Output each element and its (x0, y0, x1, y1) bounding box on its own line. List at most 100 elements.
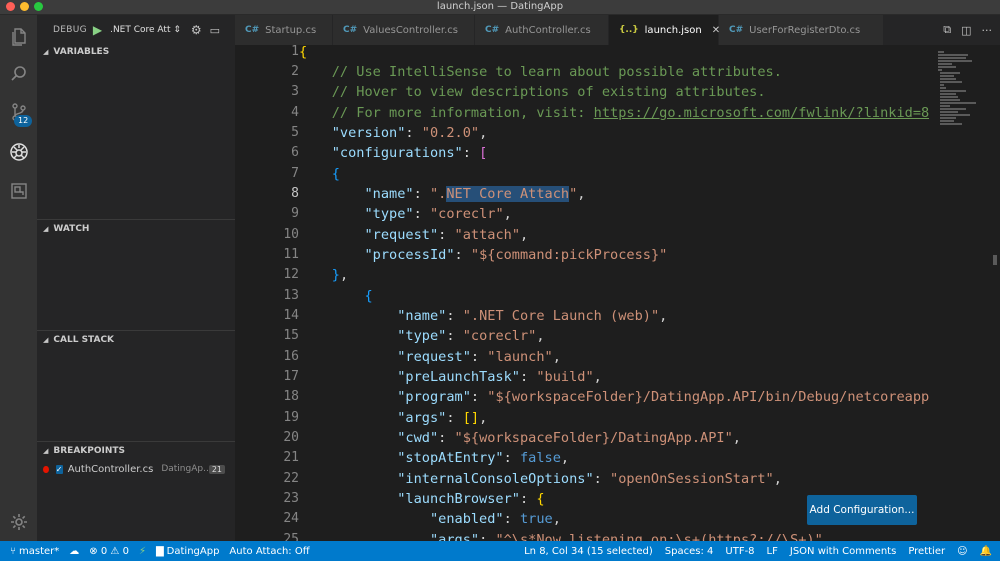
minimap-line (940, 87, 946, 89)
minimap-line (940, 81, 962, 83)
code-line: "name": ".NET Core Launch (web)", (397, 308, 668, 324)
minimap-line (938, 66, 956, 68)
eol-setting[interactable]: LF (767, 546, 778, 557)
line-number: 20 (283, 430, 299, 445)
flame-icon[interactable]: ⚡ (139, 546, 146, 557)
code-line: "internalConsoleOptions": "openOnSession… (397, 471, 782, 487)
code-line: "version": "0.2.0", (331, 125, 488, 141)
watch-header[interactable]: ◢ WATCH (37, 220, 235, 238)
cursor-position[interactable]: Ln 8, Col 34 (15 selected) (524, 546, 653, 557)
line-number: 19 (283, 410, 299, 425)
explorer-icon[interactable] (0, 17, 37, 55)
tab-launch-json[interactable]: {..} launch.json ✕ (609, 15, 720, 45)
minimap-line (938, 69, 942, 71)
breakpoints-section: ◢ BREAKPOINTS ✓ AuthController.cs Dating… (37, 441, 235, 478)
source-control-icon[interactable]: 12 (0, 93, 37, 131)
debug-console-icon[interactable]: ▭ (210, 24, 220, 37)
collapse-caret-icon: ◢ (43, 336, 49, 344)
settings-gear-icon[interactable] (0, 503, 37, 541)
minimap[interactable] (930, 45, 986, 541)
minimap-line (940, 111, 958, 113)
line-number: 7 (291, 166, 299, 181)
minimap-line (938, 63, 952, 65)
debug-toolbar: DEBUG ▶ .NET Core Att ⇕ ⚙ ▭ (37, 15, 235, 45)
minimap-line (940, 102, 976, 104)
debug-config-select[interactable]: .NET Core Att ⇕ (110, 25, 181, 35)
tab-auth-controller[interactable]: C# AuthController.cs (475, 15, 609, 45)
minimap-line (940, 72, 960, 74)
debug-sidebar: DEBUG ▶ .NET Core Att ⇕ ⚙ ▭ ◢ VARIABLES … (37, 15, 235, 541)
editor-actions: ⧉ ◫ ··· (943, 15, 1000, 45)
breakpoint-checkbox[interactable]: ✓ (55, 464, 63, 474)
line-number: 24 (283, 511, 299, 526)
minimap-line (938, 57, 966, 59)
scm-badge: 12 (14, 115, 33, 127)
code-line: { (299, 45, 308, 60)
line-number: 12 (283, 267, 299, 282)
line-number: 21 (283, 450, 299, 465)
more-actions-icon[interactable]: ··· (982, 24, 993, 37)
feedback-icon[interactable]: ☺ (957, 546, 967, 557)
csharp-file-icon: C# (343, 25, 358, 35)
code-line: "request": "attach", (364, 227, 529, 243)
line-number: 18 (283, 389, 299, 404)
branch-indicator[interactable]: ⑂ master* (10, 546, 59, 557)
tab-user-for-register-dto[interactable]: C# UserForRegisterDto.cs (719, 15, 884, 45)
activity-bar: 12 (0, 15, 37, 541)
open-changes-icon[interactable]: ⧉ (943, 23, 951, 37)
code-line: "request": "launch", (397, 349, 561, 365)
line-number: 11 (283, 247, 299, 262)
line-number: 3 (291, 84, 299, 99)
minimap-line (938, 60, 972, 62)
problems-indicator[interactable]: ⊗ 0 ⚠ 0 (89, 546, 129, 557)
debug-icon[interactable] (0, 133, 37, 171)
extensions-icon[interactable] (0, 172, 37, 210)
callstack-section: ◢ CALL STACK (37, 330, 235, 349)
minimap-line (940, 93, 956, 95)
breakpoint-file: AuthController.cs (67, 463, 154, 475)
code-line: "args": [], (397, 410, 488, 426)
formatter-status[interactable]: Prettier (908, 546, 945, 557)
csharp-file-icon: C# (485, 25, 500, 35)
encoding-setting[interactable]: UTF-8 (725, 546, 754, 557)
line-number: 25 (283, 532, 299, 541)
code-line: "name": ".NET Core Attach", (364, 186, 586, 202)
tab-values-controller[interactable]: C# ValuesController.cs (333, 15, 475, 45)
project-indicator[interactable]: ▇ DatingApp (156, 546, 219, 557)
start-debugging-icon[interactable]: ▶ (93, 23, 102, 37)
line-number: 15 (283, 328, 299, 343)
minimap-line (940, 123, 962, 125)
editor-tabs: C# Startup.cs C# ValuesController.cs C# … (235, 15, 1000, 45)
language-mode[interactable]: JSON with Comments (790, 546, 896, 557)
add-configuration-button[interactable]: Add Configuration... (807, 495, 917, 525)
minimap-line (940, 84, 944, 86)
line-number-gutter: 1 2 3 4 5 6 7 8 9 10 11 12 13 14 15 16 17 18 19 20 21 22 23 24 2… (235, 45, 299, 541)
code-line: "stopAtEntry": false, (397, 450, 570, 466)
code-line: "args": "^\s*Now listening on:\s+(https?… (429, 532, 823, 541)
breakpoints-header[interactable]: ◢ BREAKPOINTS (37, 442, 235, 460)
doc-link[interactable]: https://go.microsoft.com/fwlink/?linkid=… (594, 105, 929, 121)
search-icon[interactable] (0, 55, 37, 93)
sync-icon[interactable]: ☁ (69, 546, 79, 557)
split-editor-icon[interactable]: ◫ (961, 24, 971, 37)
minimap-line (940, 78, 956, 80)
line-number: 10 (283, 227, 299, 242)
scrollbar-thumb[interactable] (993, 255, 997, 265)
vertical-scrollbar[interactable] (990, 45, 1000, 541)
watch-section: ◢ WATCH (37, 219, 235, 238)
minimap-line (940, 114, 970, 116)
breakpoint-item[interactable]: ✓ AuthController.cs DatingAp.. 21 (37, 460, 235, 478)
indentation-setting[interactable]: Spaces: 4 (665, 546, 714, 557)
notifications-bell-icon[interactable]: 🔔 (980, 546, 992, 557)
variables-header[interactable]: ◢ VARIABLES (37, 43, 235, 61)
auto-attach-toggle[interactable]: Auto Attach: Off (229, 546, 309, 557)
line-number: 8 (291, 186, 299, 201)
line-number: 5 (291, 125, 299, 140)
debug-settings-gear-icon[interactable]: ⚙ (191, 23, 202, 37)
code-editor[interactable]: 1 2 3 4 5 6 7 8 9 10 11 12 13 14 15 16 17 18 19 20 21 22 23 24 2… (235, 45, 1000, 541)
code-area[interactable]: { // Use IntelliSense to learn about pos… (299, 45, 929, 541)
tab-startup[interactable]: C# Startup.cs (235, 15, 333, 45)
code-line: "type": "coreclr", (397, 328, 545, 344)
callstack-header[interactable]: ◢ CALL STACK (37, 331, 235, 349)
selected-text: NET Core Attach (446, 186, 570, 202)
